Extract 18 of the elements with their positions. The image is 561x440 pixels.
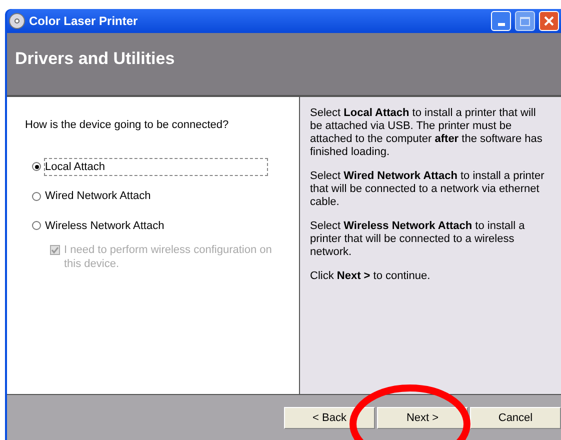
wizard-button[interactable]: Next > [377,407,468,429]
wizard-button[interactable]: < Back [284,407,375,429]
close-icon [544,16,554,26]
maximize-button[interactable] [515,11,535,31]
radio-option[interactable]: Wireless Network Attach [32,216,299,235]
close-button[interactable] [539,11,559,31]
disc-icon [9,13,25,29]
checkmark-icon [51,246,59,254]
wizard-button[interactable]: Cancel [470,407,561,429]
minimize-button[interactable] [491,11,511,31]
help-paragraph: Click Next > to continue. [310,270,432,283]
help-paragraph: Select Local Attach to install a printer that will be attached via USB. The printer must be attached to the computer after the software has finished loading. [310,107,544,159]
window-title: Color Laser Printer [29,13,139,30]
help-paragraph: Select Wireless Network Attach to install a printer that will be connected to a wireless network. [310,220,526,259]
radio-option[interactable]: Wired Network Attach [32,187,299,206]
question-text: How is the device going to be connected? [25,118,230,133]
page-title: Drivers and Utilities [15,49,175,68]
help-paragraph: Select Wired Network Attach to install a printer that will be connected to a network via ethernet cable. [310,170,545,209]
